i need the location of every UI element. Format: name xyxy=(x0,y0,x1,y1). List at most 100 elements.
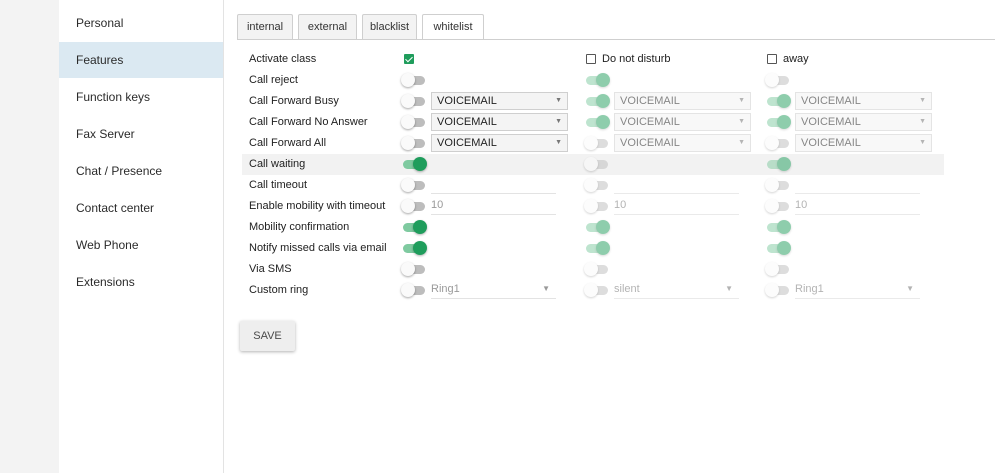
activate-class-label: Activate class xyxy=(249,53,317,65)
class-checkbox-away[interactable] xyxy=(767,54,777,64)
ring-value: Ring1 xyxy=(795,283,824,295)
timeout-input[interactable]: 10 xyxy=(795,196,920,215)
call-timeout-toggle-col2[interactable] xyxy=(584,176,610,194)
select-value: VOICEMAIL xyxy=(620,95,680,107)
class-checkbox-activate-class[interactable] xyxy=(404,54,414,64)
ring-select[interactable]: Ring1 ▼ xyxy=(795,280,920,299)
notify-missed-calls-via-email-toggle-col3[interactable] xyxy=(765,239,791,257)
toggle-thumb xyxy=(413,157,427,171)
toggle-thumb xyxy=(596,241,610,255)
sidebar-item-function-keys[interactable]: Function keys xyxy=(59,79,223,115)
setting-label: Call Forward All xyxy=(249,137,327,149)
call-waiting-toggle-col3[interactable] xyxy=(765,155,791,173)
call-waiting-toggle-col1[interactable] xyxy=(401,155,427,173)
voicemail-select[interactable]: VOICEMAIL ▼ xyxy=(795,134,932,152)
chevron-down-icon: ▼ xyxy=(919,97,926,104)
call-reject-toggle-col2[interactable] xyxy=(584,71,610,89)
tab-internal[interactable]: internal xyxy=(237,14,293,39)
custom-ring-toggle-col2[interactable] xyxy=(584,281,610,299)
mobility-confirmation-toggle-col3[interactable] xyxy=(765,218,791,236)
sidebar-item-web-phone[interactable]: Web Phone xyxy=(59,227,223,263)
toggle-thumb xyxy=(584,283,598,297)
timeout-input[interactable] xyxy=(795,175,920,194)
toggle-thumb xyxy=(413,220,427,234)
toggle-thumb xyxy=(765,73,779,87)
toggle-thumb xyxy=(777,157,791,171)
via-sms-toggle-col2[interactable] xyxy=(584,260,610,278)
chevron-down-icon: ▼ xyxy=(919,118,926,125)
call-forward-all-toggle-col3[interactable] xyxy=(765,134,791,152)
toggle-thumb xyxy=(777,241,791,255)
timeout-input[interactable] xyxy=(614,175,739,194)
call-forward-no-answer-toggle-col1[interactable] xyxy=(401,113,427,131)
select-value: VOICEMAIL xyxy=(801,116,861,128)
voicemail-select[interactable]: VOICEMAIL ▼ xyxy=(614,92,751,110)
toggle-thumb xyxy=(777,115,791,129)
toggle-thumb xyxy=(401,199,415,213)
mobility-confirmation-toggle-col1[interactable] xyxy=(401,218,427,236)
save-button[interactable]: SAVE xyxy=(240,321,295,351)
timeout-input[interactable] xyxy=(431,175,556,194)
chevron-down-icon: ▼ xyxy=(555,118,562,125)
sidebar-item-features[interactable]: Features xyxy=(59,42,223,78)
voicemail-select[interactable]: VOICEMAIL ▼ xyxy=(431,113,568,131)
call-reject-toggle-col3[interactable] xyxy=(765,71,791,89)
setting-label: Call Forward Busy xyxy=(249,95,339,107)
custom-ring-toggle-col1[interactable] xyxy=(401,281,427,299)
chevron-down-icon: ▼ xyxy=(725,284,733,293)
enable-mobility-with-timeout-toggle-col3[interactable] xyxy=(765,197,791,215)
call-timeout-toggle-col3[interactable] xyxy=(765,176,791,194)
toggle-thumb xyxy=(765,262,779,276)
call-forward-busy-toggle-col2[interactable] xyxy=(584,92,610,110)
timeout-input[interactable]: 10 xyxy=(614,196,739,215)
sidebar-item-contact-center[interactable]: Contact center xyxy=(59,190,223,226)
timeout-input[interactable]: 10 xyxy=(431,196,556,215)
sidebar-item-fax-server[interactable]: Fax Server xyxy=(59,116,223,152)
call-forward-busy-toggle-col1[interactable] xyxy=(401,92,427,110)
voicemail-select[interactable]: VOICEMAIL ▼ xyxy=(795,92,932,110)
tab-whitelist[interactable]: whitelist xyxy=(422,14,484,40)
call-forward-busy-toggle-col3[interactable] xyxy=(765,92,791,110)
call-reject-toggle-col1[interactable] xyxy=(401,71,427,89)
call-forward-no-answer-toggle-col2[interactable] xyxy=(584,113,610,131)
toggle-thumb xyxy=(596,94,610,108)
toggle-thumb xyxy=(413,241,427,255)
enable-mobility-with-timeout-toggle-col2[interactable] xyxy=(584,197,610,215)
sidebar-item-personal[interactable]: Personal xyxy=(59,5,223,41)
call-forward-no-answer-toggle-col3[interactable] xyxy=(765,113,791,131)
voicemail-select[interactable]: VOICEMAIL ▼ xyxy=(614,113,751,131)
tab-blacklist[interactable]: blacklist xyxy=(362,14,417,39)
voicemail-select[interactable]: VOICEMAIL ▼ xyxy=(795,113,932,131)
sidebar-item-extensions[interactable]: Extensions xyxy=(59,264,223,300)
select-value: VOICEMAIL xyxy=(437,116,497,128)
ring-select[interactable]: silent ▼ xyxy=(614,280,739,299)
chevron-down-icon: ▼ xyxy=(738,139,745,146)
ring-select[interactable]: Ring1 ▼ xyxy=(431,280,556,299)
chevron-down-icon: ▼ xyxy=(738,97,745,104)
custom-ring-toggle-col3[interactable] xyxy=(765,281,791,299)
class-checkbox-do-not-disturb[interactable] xyxy=(586,54,596,64)
toggle-thumb xyxy=(584,157,598,171)
voicemail-select[interactable]: VOICEMAIL ▼ xyxy=(431,92,568,110)
notify-missed-calls-via-email-toggle-col2[interactable] xyxy=(584,239,610,257)
select-value: VOICEMAIL xyxy=(801,137,861,149)
toggle-thumb xyxy=(401,115,415,129)
voicemail-select[interactable]: VOICEMAIL ▼ xyxy=(614,134,751,152)
mobility-confirmation-toggle-col2[interactable] xyxy=(584,218,610,236)
toggle-thumb xyxy=(584,199,598,213)
enable-mobility-with-timeout-toggle-col1[interactable] xyxy=(401,197,427,215)
call-forward-all-toggle-col1[interactable] xyxy=(401,134,427,152)
tab-external[interactable]: external xyxy=(298,14,357,39)
voicemail-select[interactable]: VOICEMAIL ▼ xyxy=(431,134,568,152)
via-sms-toggle-col3[interactable] xyxy=(765,260,791,278)
field-value: 10 xyxy=(614,199,627,211)
setting-label: Enable mobility with timeout xyxy=(249,200,386,212)
call-timeout-toggle-col1[interactable] xyxy=(401,176,427,194)
toggle-thumb xyxy=(596,73,610,87)
via-sms-toggle-col1[interactable] xyxy=(401,260,427,278)
sidebar-item-chat-presence[interactable]: Chat / Presence xyxy=(59,153,223,189)
call-forward-all-toggle-col2[interactable] xyxy=(584,134,610,152)
call-waiting-toggle-col2[interactable] xyxy=(584,155,610,173)
setting-label: Mobility confirmation xyxy=(249,221,350,233)
notify-missed-calls-via-email-toggle-col1[interactable] xyxy=(401,239,427,257)
